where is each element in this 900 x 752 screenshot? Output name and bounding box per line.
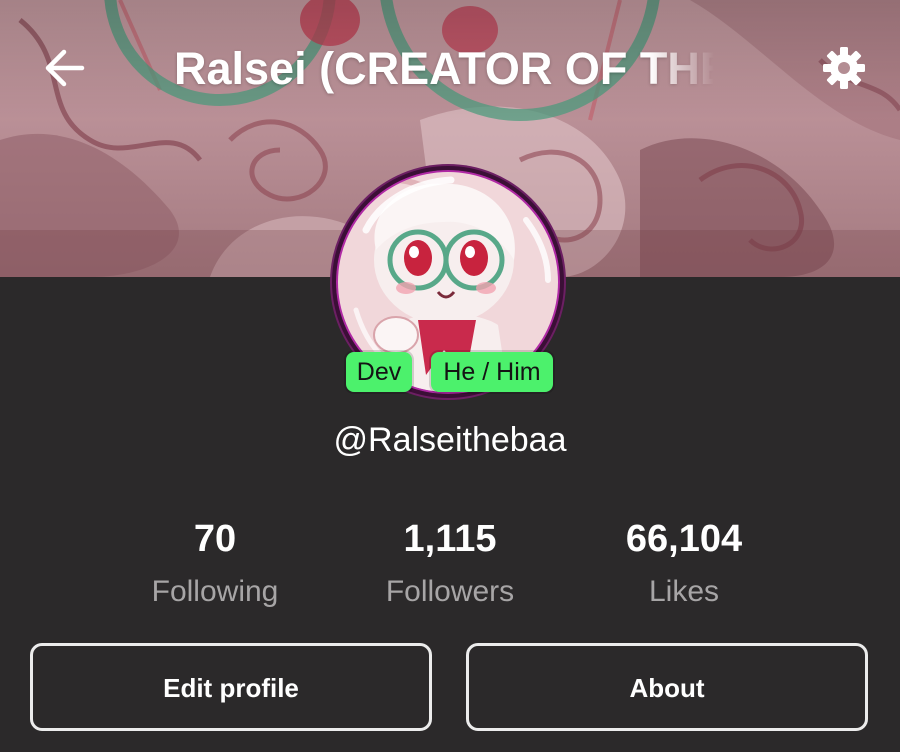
- stat-likes-label: Likes: [648, 575, 720, 608]
- top-bar: Ralsei (CREATOR OF THE: [0, 0, 900, 135]
- stat-likes-value: 66,104: [625, 518, 743, 560]
- stat-followers-label: Followers: [385, 575, 515, 608]
- badge-dev: Dev: [346, 352, 412, 392]
- profile-badges: Dev He / Him: [0, 352, 900, 394]
- edit-profile-button[interactable]: Edit profile: [30, 643, 432, 731]
- stat-following-value: 70: [193, 518, 237, 560]
- stat-likes[interactable]: 66,104 Likes: [564, 512, 804, 616]
- gear-icon: [823, 47, 865, 89]
- badge-pronouns: He / Him: [431, 352, 553, 392]
- about-button[interactable]: About: [466, 643, 868, 731]
- stat-following-label: Following: [151, 575, 279, 608]
- back-button[interactable]: [36, 42, 92, 94]
- page-title: Ralsei (CREATOR OF THE: [174, 43, 714, 94]
- stat-followers[interactable]: 1,115 Followers: [330, 512, 570, 616]
- arrow-left-icon: [45, 49, 85, 87]
- profile-page: Ralsei (CREATOR OF THE Dev He / Him @Ral…: [0, 0, 900, 752]
- stat-followers-value: 1,115: [403, 518, 497, 560]
- username: @Ralseithebaa: [333, 421, 567, 459]
- settings-button[interactable]: [816, 40, 872, 96]
- stat-following[interactable]: 70 Following: [95, 512, 335, 616]
- profile-stats: 70 Following 1,115 Followers 66,104 Like…: [0, 512, 900, 622]
